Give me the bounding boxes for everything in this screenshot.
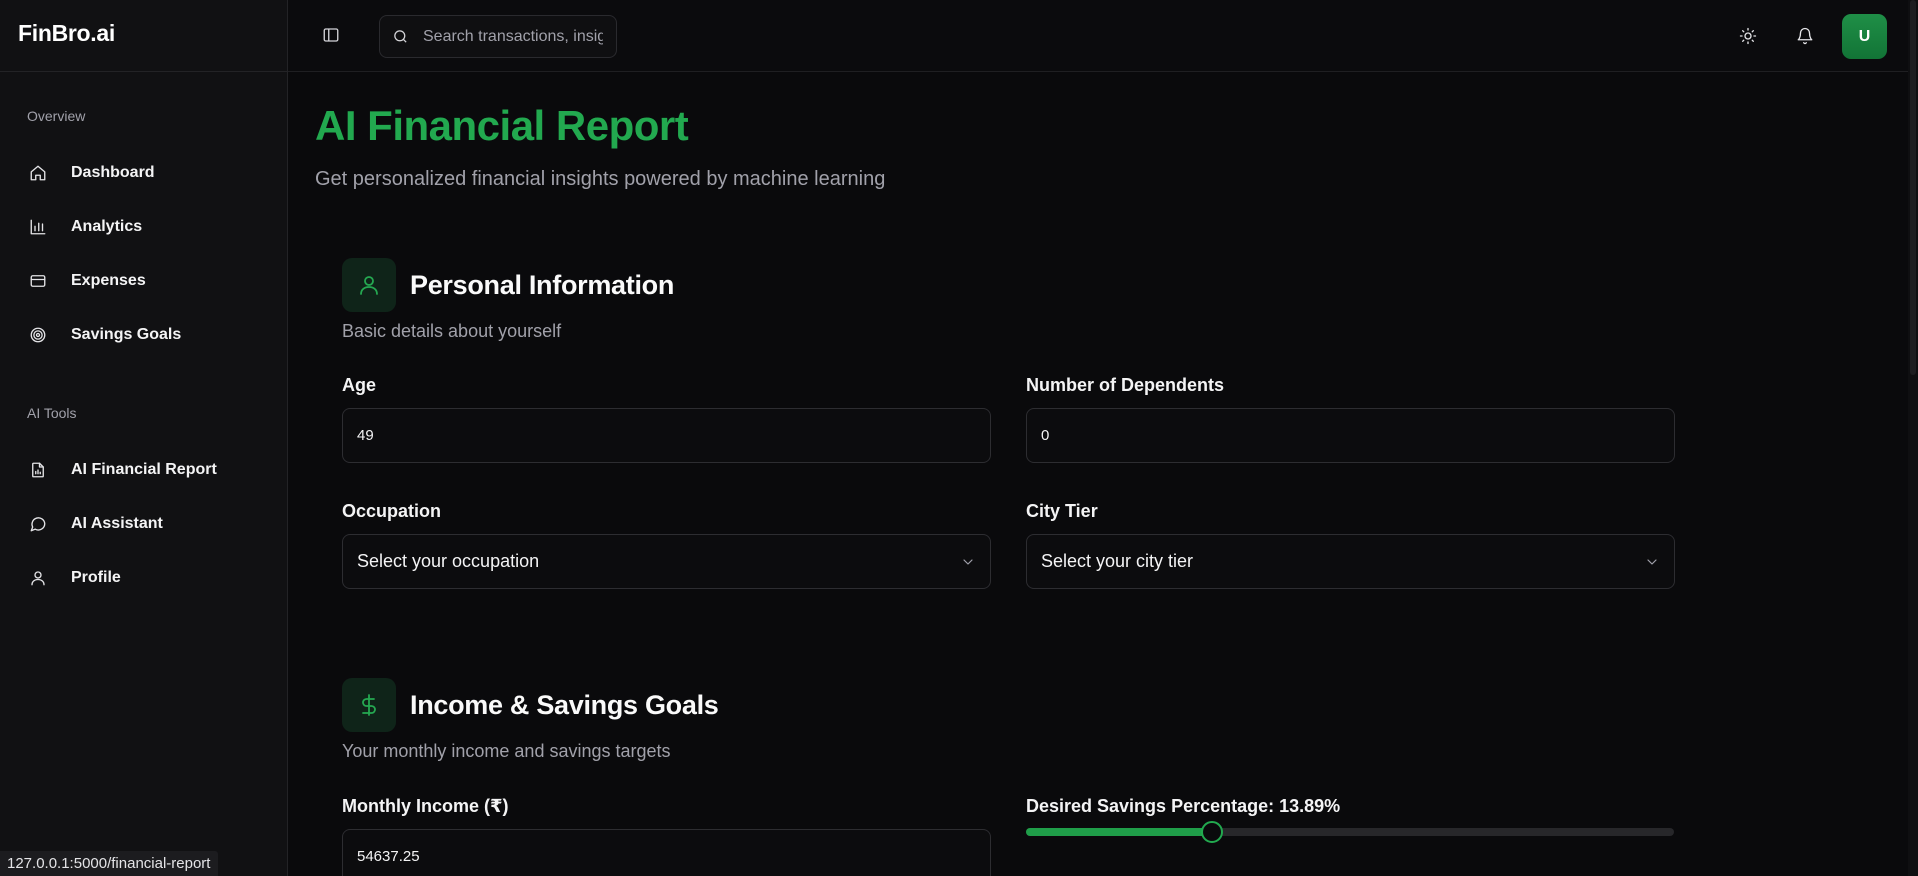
user-icon: [360, 276, 378, 295]
city-tier-label: City Tier: [1026, 501, 1098, 521]
main-content: AI Financial Report Get personalized fin…: [288, 73, 1918, 876]
sidebar-item-label: Dashboard: [71, 164, 155, 181]
sidebar: FinBro.ai Overview Dashboard Analytics E…: [0, 0, 288, 876]
sidebar-item-ai-financial-report[interactable]: AI Financial Report: [14, 448, 274, 492]
income-section-icon-badge: [342, 678, 396, 732]
personal-section-subtitle: Basic details about yourself: [342, 321, 562, 341]
panel-left-icon: [323, 28, 339, 42]
sidebar-item-savings-goals[interactable]: Savings Goals: [14, 313, 274, 357]
city-tier-select-value: Select your city tier: [1041, 551, 1194, 571]
sidebar-item-label: Expenses: [71, 272, 146, 289]
credit-card-icon: [28, 271, 48, 291]
personal-section-title: Personal Information: [410, 270, 675, 300]
topbar: U: [288, 0, 1918, 72]
theme-toggle-button[interactable]: [1738, 26, 1758, 46]
monthly-income-input[interactable]: [357, 848, 990, 865]
page-title: AI Financial Report: [315, 102, 689, 149]
bar-chart-icon: [28, 217, 48, 237]
bell-icon: [1797, 27, 1813, 45]
savings-percentage-slider[interactable]: [1026, 821, 1674, 843]
dependents-label: Number of Dependents: [1026, 375, 1225, 395]
chevron-down-icon: [963, 558, 973, 565]
sidebar-item-analytics[interactable]: Analytics: [14, 205, 274, 249]
dependents-field[interactable]: [1026, 408, 1675, 463]
section-label-ai-tools: AI Tools: [27, 405, 77, 421]
sun-icon: [1739, 27, 1757, 45]
scrollbar-thumb[interactable]: [1910, 0, 1916, 375]
occupation-select-value: Select your occupation: [357, 551, 540, 571]
personal-section-icon-badge: [342, 258, 396, 312]
search-icon: [394, 30, 407, 43]
sidebar-item-ai-assistant[interactable]: AI Assistant: [14, 502, 274, 546]
chat-bubble-icon: [28, 514, 48, 534]
file-chart-icon: [28, 460, 48, 480]
avatar[interactable]: U: [1842, 14, 1887, 59]
savings-percentage-label: Desired Savings Percentage: 13.89%: [1026, 796, 1341, 816]
sidebar-item-label: Profile: [71, 569, 121, 586]
city-tier-select[interactable]: Select your city tier: [1026, 534, 1675, 589]
status-bar-url: 127.0.0.1:5000/financial-report: [0, 851, 219, 876]
section-label-overview: Overview: [27, 108, 86, 124]
age-input[interactable]: [357, 427, 990, 444]
sidebar-item-expenses[interactable]: Expenses: [14, 259, 274, 303]
search-input[interactable]: [423, 27, 603, 46]
savings-slider-thumb[interactable]: [1201, 821, 1224, 843]
age-label: Age: [342, 375, 377, 395]
savings-slider-fill: [1026, 828, 1213, 836]
brand-logo[interactable]: FinBro.ai: [18, 20, 115, 47]
sidebar-divider: [0, 71, 288, 72]
dollar-icon: [362, 694, 376, 716]
home-icon: [28, 163, 48, 183]
sidebar-item-profile[interactable]: Profile: [14, 556, 274, 600]
search-box[interactable]: [379, 15, 617, 58]
sidebar-item-dashboard[interactable]: Dashboard: [14, 151, 274, 195]
income-section-title: Income & Savings Goals: [410, 690, 719, 720]
user-icon: [28, 568, 48, 588]
dependents-input[interactable]: [1041, 427, 1674, 444]
sidebar-item-label: AI Financial Report: [71, 461, 217, 478]
page-subtitle: Get personalized financial insights powe…: [315, 168, 886, 190]
target-icon: [28, 325, 48, 345]
chevron-down-icon: [1647, 558, 1657, 565]
sidebar-item-label: Analytics: [71, 218, 143, 235]
sidebar-item-label: AI Assistant: [71, 515, 163, 532]
sidebar-item-label: Savings Goals: [71, 326, 182, 343]
occupation-label: Occupation: [342, 501, 442, 521]
page-scrollbar[interactable]: [1908, 0, 1918, 876]
notifications-button[interactable]: [1795, 26, 1815, 46]
occupation-select[interactable]: Select your occupation: [342, 534, 991, 589]
income-section-subtitle: Your monthly income and savings targets: [342, 741, 671, 761]
app-root: FinBro.ai Overview Dashboard Analytics E…: [0, 0, 1918, 876]
age-field[interactable]: [342, 408, 991, 463]
monthly-income-field[interactable]: [342, 829, 991, 876]
sidebar-toggle-button[interactable]: [321, 25, 341, 45]
monthly-income-label: Monthly Income (₹): [342, 796, 509, 816]
